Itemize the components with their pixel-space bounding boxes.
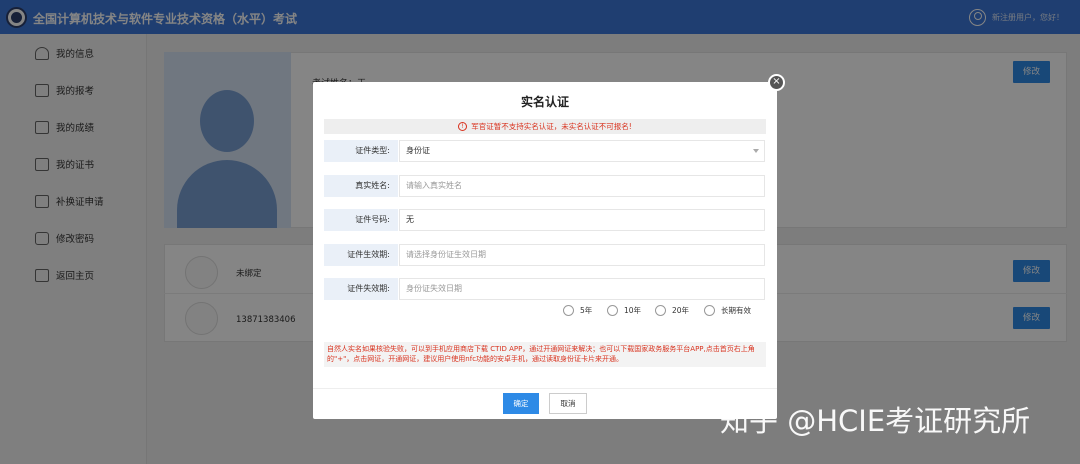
valid-from-input[interactable]: 请选择身份证生效日期 <box>399 244 765 266</box>
divider <box>313 388 777 389</box>
cancel-button[interactable]: 取消 <box>549 393 587 414</box>
valid-until-input[interactable]: 身份证失效日期 <box>399 278 765 300</box>
warning-text: 军官证暂不支持实名认证，未实名认证不可报名! <box>471 122 632 131</box>
dialog-title: 实名认证 <box>520 95 569 109</box>
watermark: 知乎 @HCIE考证研究所 <box>720 404 1031 438</box>
radio-circle[interactable] <box>607 305 618 316</box>
id-type-label: 证件类型: <box>324 140 398 162</box>
radio-label: 长期有效 <box>721 306 751 315</box>
warning-icon: ! <box>458 122 468 131</box>
id-type-select[interactable]: 身份证 <box>399 140 765 162</box>
radio-10-years[interactable]: 10年 <box>607 305 641 316</box>
radio-5-years[interactable]: 5年 <box>563 305 592 316</box>
warning-banner: ! 军官证暂不支持实名认证，未实名认证不可报名! <box>324 119 766 134</box>
id-number-input[interactable]: 无 <box>399 209 765 231</box>
real-name-label: 真实姓名: <box>324 175 398 197</box>
radio-circle[interactable] <box>563 305 574 316</box>
confirm-button[interactable]: 确定 <box>503 393 539 414</box>
chevron-down-icon <box>753 149 759 153</box>
radio-label: 10年 <box>624 306 642 315</box>
id-number-label: 证件号码: <box>324 209 398 231</box>
valid-from-label: 证件生效期: <box>324 244 398 266</box>
verification-note: 自然人实名如果核验失败，可以到手机应用商店下载 CTID APP，通过开通网证来… <box>324 342 766 367</box>
radio-label: 5年 <box>580 306 593 315</box>
valid-until-label: 证件失效期: <box>324 278 398 300</box>
radio-circle[interactable] <box>704 305 715 316</box>
radio-20-years[interactable]: 20年 <box>655 305 689 316</box>
radio-permanent[interactable]: 长期有效 <box>704 305 751 316</box>
real-name-input[interactable]: 请输入真实姓名 <box>399 175 765 197</box>
close-icon[interactable]: × <box>768 74 785 91</box>
radio-label: 20年 <box>672 306 690 315</box>
radio-circle[interactable] <box>655 305 666 316</box>
